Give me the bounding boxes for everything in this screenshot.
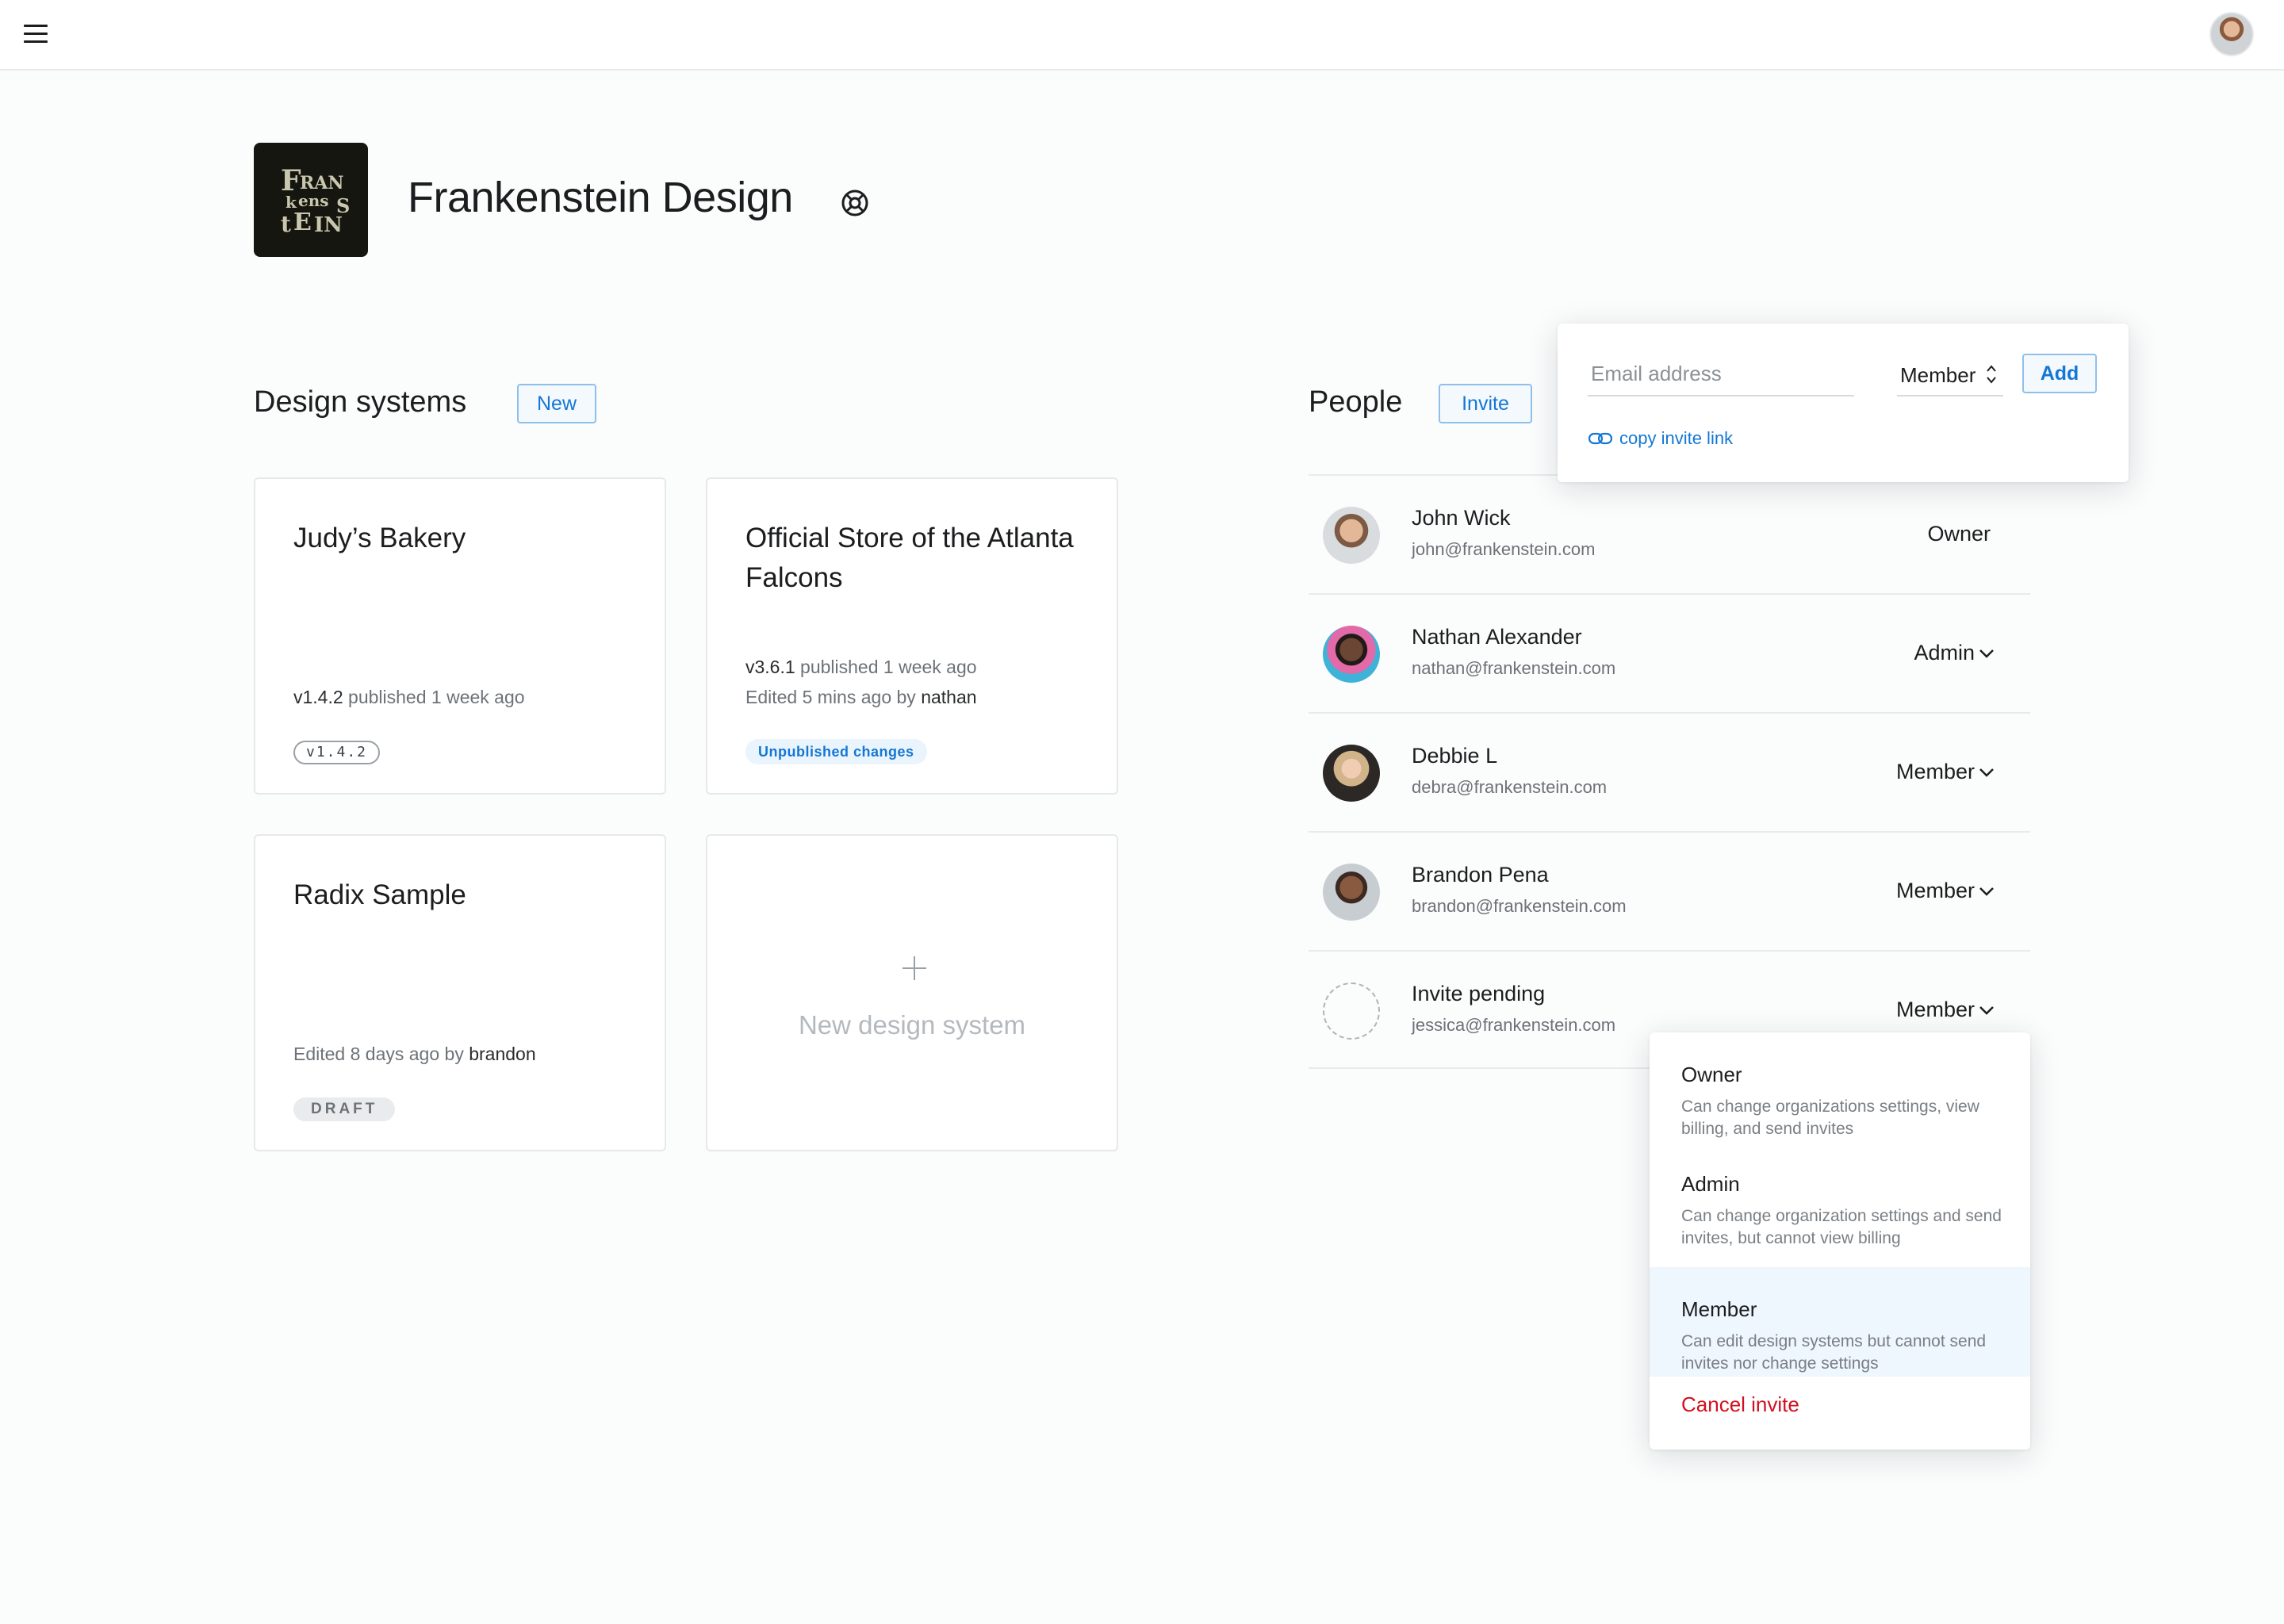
org-logo: F RAN k ens S t E IN <box>254 143 368 257</box>
design-systems-heading: Design systems <box>254 385 467 419</box>
person-email: jessica@frankenstein.com <box>1412 1015 1616 1035</box>
person-row: John Wick john@frankenstein.com Owner <box>1309 474 2030 593</box>
pending-avatar <box>1323 982 1380 1040</box>
role-dropdown[interactable]: Member <box>1896 998 1975 1022</box>
hamburger-menu-icon[interactable] <box>24 25 48 44</box>
new-design-system-button[interactable]: New <box>517 384 596 423</box>
svg-text:E: E <box>293 209 312 236</box>
role-option-title: Owner <box>1681 1063 1742 1086</box>
person-email: brandon@frankenstein.com <box>1412 896 1627 916</box>
new-design-system-card[interactable]: New design system <box>706 834 1118 1151</box>
person-name: Brandon Pena <box>1412 863 1549 887</box>
person-name: Nathan Alexander <box>1412 625 1582 649</box>
email-address-input[interactable] <box>1588 352 1854 396</box>
role-label: Owner <box>1927 522 1991 546</box>
role-dropdown-menu: Owner Can change organizations settings,… <box>1650 1032 2030 1450</box>
person-row: Nathan Alexander nathan@frankenstein.com… <box>1309 593 2030 712</box>
card-publish-info: v1.4.2 published 1 week ago <box>293 682 525 712</box>
people-heading: People <box>1309 385 1403 419</box>
copy-invite-link-label: copy invite link <box>1619 428 1734 448</box>
person-name: John Wick <box>1412 506 1511 530</box>
role-option-admin[interactable]: Admin Can change organization settings a… <box>1650 1142 2030 1251</box>
card-edit-info: Edited 8 days ago by brandon <box>293 1039 536 1069</box>
svg-text:t: t <box>281 211 291 237</box>
editor-name: brandon <box>469 1044 536 1064</box>
avatar <box>1323 507 1380 564</box>
add-invite-button[interactable]: Add <box>2022 354 2097 393</box>
svg-text:IN: IN <box>314 213 343 237</box>
version-label: v3.6.1 <box>745 657 795 677</box>
person-email: debra@frankenstein.com <box>1412 777 1608 797</box>
people-list: John Wick john@frankenstein.com Owner Na… <box>1309 474 2030 1069</box>
up-down-chevron-icon <box>1987 365 1996 384</box>
chevron-down-icon[interactable] <box>1978 1005 1995 1016</box>
copy-invite-link[interactable]: copy invite link <box>1588 428 1733 449</box>
edit-time: Edited 5 mins ago by <box>745 687 916 707</box>
publish-time: published 1 week ago <box>800 657 977 677</box>
role-dropdown[interactable]: Admin <box>1914 641 1975 665</box>
design-system-card[interactable]: Radix Sample Edited 8 days ago by brando… <box>254 834 666 1151</box>
version-label: v1.4.2 <box>293 687 343 707</box>
role-option-description: Can edit design systems but cannot send … <box>1681 1332 1987 1373</box>
design-system-card[interactable]: Judy’s Bakery v1.4.2 published 1 week ag… <box>254 477 666 795</box>
person-row: Debbie L debra@frankenstein.com Member <box>1309 712 2030 831</box>
publish-time: published 1 week ago <box>348 687 525 707</box>
card-publish-info: v3.6.1 published 1 week ago <box>745 652 977 682</box>
card-title: Judy’s Bakery <box>293 523 466 553</box>
frankenstein-logo-icon: F RAN k ens S t E IN <box>281 164 350 237</box>
avatar <box>1323 864 1380 921</box>
invite-popover: Member Add copy invite link <box>1558 324 2129 482</box>
card-title: Official Store of the Atlanta Falcons <box>745 523 1074 593</box>
role-dropdown[interactable]: Member <box>1896 760 1975 784</box>
role-option-member[interactable]: Member Can edit design systems but canno… <box>1650 1267 2030 1377</box>
new-design-system-label: New design system <box>798 1010 1026 1040</box>
user-avatar[interactable] <box>2209 12 2254 56</box>
top-bar <box>0 0 2284 71</box>
chevron-down-icon[interactable] <box>1978 767 1995 778</box>
role-option-owner[interactable]: Owner Can change organizations settings,… <box>1650 1032 2030 1142</box>
avatar <box>1323 626 1380 683</box>
card-edit-info: Edited 5 mins ago by nathan <box>745 682 977 712</box>
role-option-title: Admin <box>1681 1172 1740 1196</box>
editor-name: nathan <box>921 687 977 707</box>
draft-badge: DRAFT <box>293 1097 396 1121</box>
chevron-down-icon[interactable] <box>1978 886 1995 897</box>
design-system-card[interactable]: Official Store of the Atlanta Falcons v3… <box>706 477 1118 795</box>
plus-icon <box>902 956 926 980</box>
person-email: nathan@frankenstein.com <box>1412 658 1616 678</box>
role-option-description: Can change organizations settings, view … <box>1681 1097 1979 1138</box>
version-badge: v1.4.2 <box>293 741 381 764</box>
invite-button[interactable]: Invite <box>1439 384 1532 423</box>
person-email: john@frankenstein.com <box>1412 539 1596 559</box>
role-option-title: Member <box>1681 1297 1757 1321</box>
unpublished-badge: Unpublished changes <box>745 739 927 764</box>
person-row: Brandon Pena brandon@frankenstein.com Me… <box>1309 831 2030 950</box>
link-icon <box>1588 432 1613 445</box>
chevron-down-icon[interactable] <box>1978 648 1995 659</box>
person-name: Invite pending <box>1412 982 1546 1005</box>
cancel-invite-button[interactable]: Cancel invite <box>1681 1392 1799 1417</box>
org-title: Frankenstein Design <box>408 174 793 221</box>
svg-text:ens: ens <box>298 191 329 210</box>
avatar <box>1323 745 1380 802</box>
invite-role-value: Member <box>1900 363 1976 387</box>
role-option-description: Can change organization settings and sen… <box>1681 1207 2002 1247</box>
lifebuoy-icon[interactable] <box>841 189 869 217</box>
role-dropdown[interactable]: Member <box>1896 879 1975 903</box>
card-title: Radix Sample <box>293 879 466 910</box>
edit-time: Edited 8 days ago by <box>293 1044 464 1064</box>
invite-role-select[interactable]: Member <box>1897 352 2003 396</box>
person-name: Debbie L <box>1412 744 1498 768</box>
